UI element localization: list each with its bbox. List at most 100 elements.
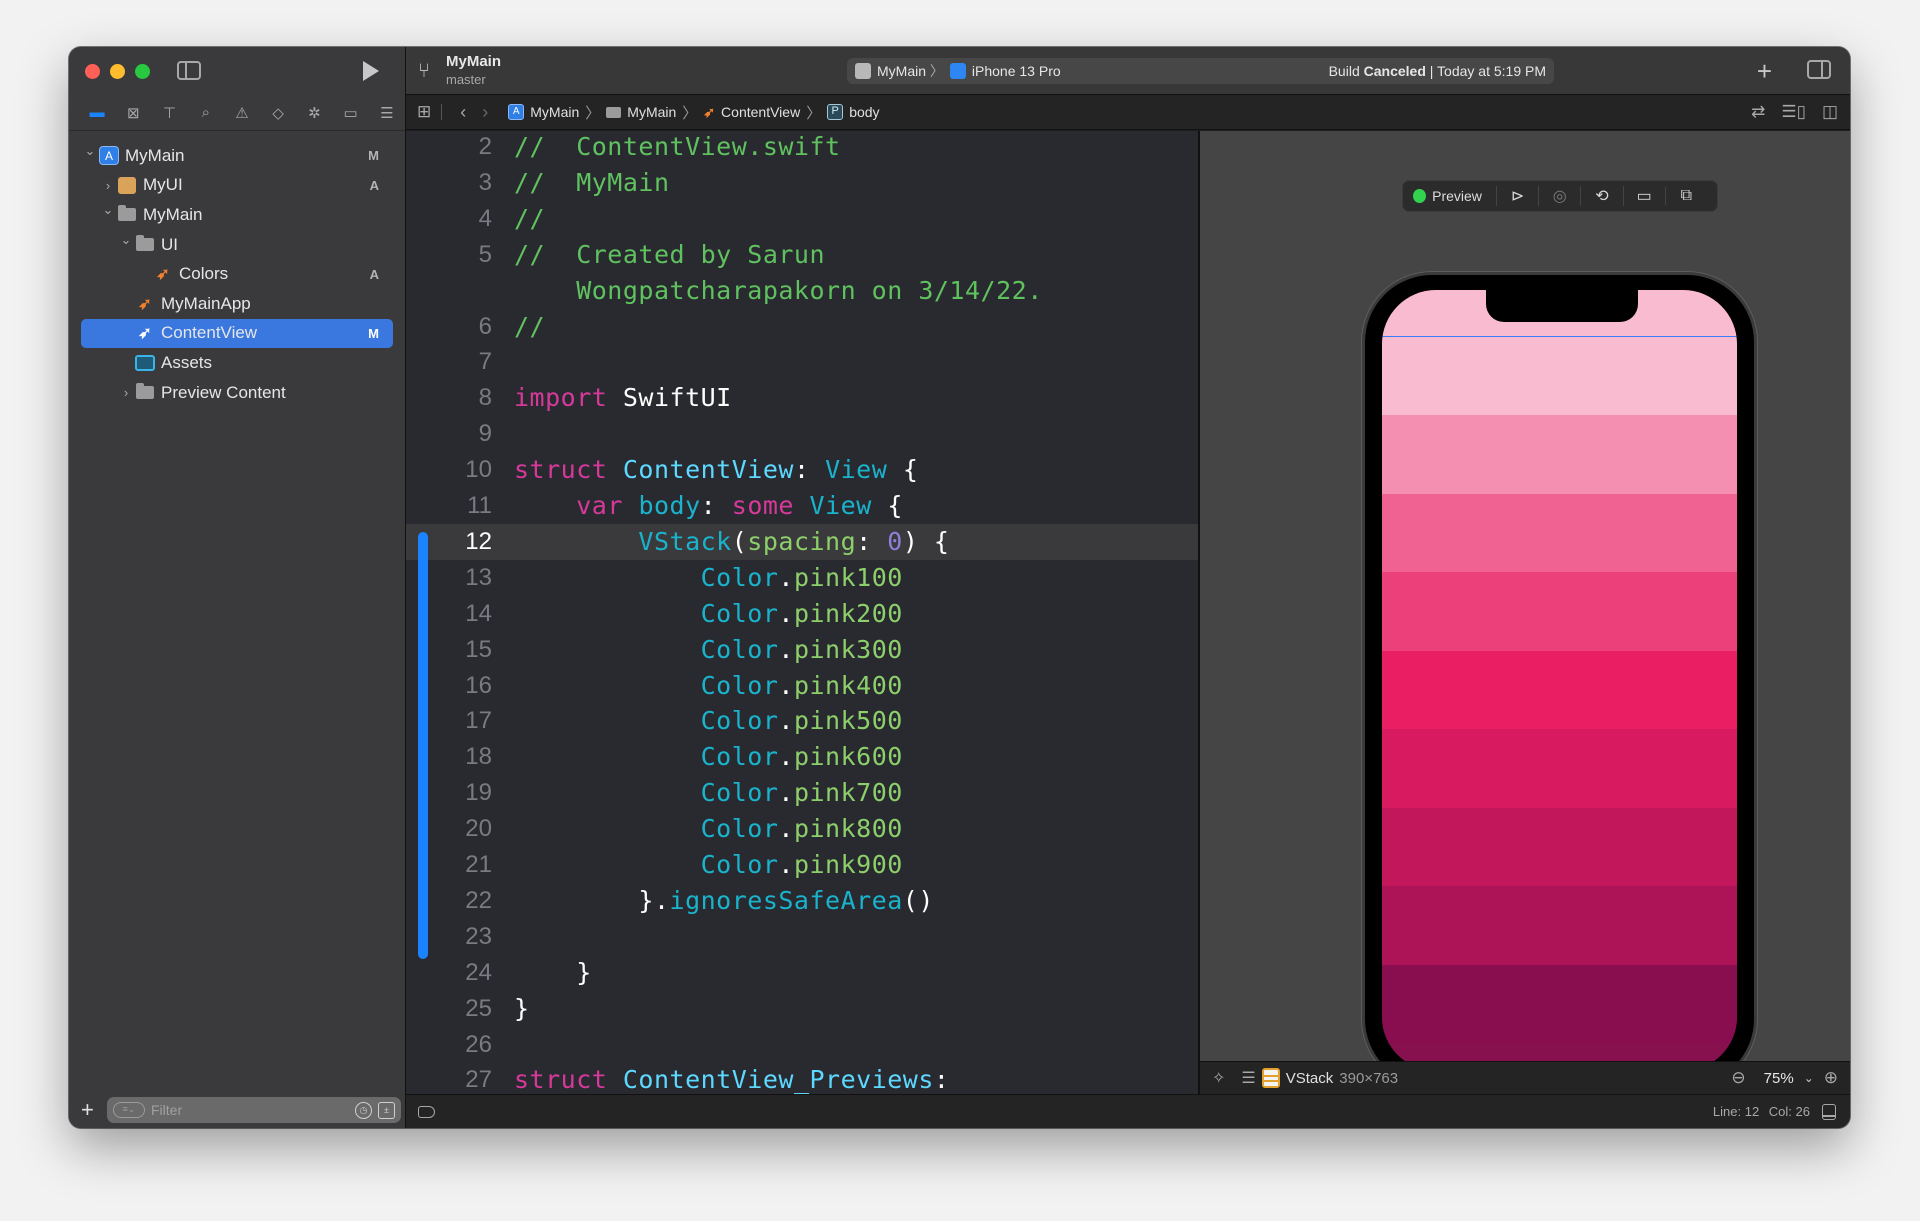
breadcrumb-folder[interactable]: MyMain	[606, 104, 676, 120]
line-number[interactable]: 12	[436, 524, 492, 560]
breakpoint-icon[interactable]: ▭	[333, 99, 369, 127]
line-number[interactable]: 2	[436, 131, 492, 165]
line-number[interactable]: 18	[436, 739, 492, 775]
zoom-in-icon[interactable]: ⊕	[1824, 1068, 1838, 1088]
line-number[interactable]: 21	[436, 847, 492, 883]
file-tree-item[interactable]: ➶ Colors A	[69, 259, 405, 289]
file-tree-item[interactable]: ⌄ MyMain	[69, 200, 405, 230]
recent-files-icon[interactable]: ◷	[355, 1101, 372, 1119]
code-line[interactable]: 7	[406, 344, 1198, 380]
chevron-right-icon[interactable]: ›	[119, 385, 133, 400]
code-line[interactable]: 2 // ContentView.swift	[406, 131, 1198, 165]
color-stripe-pink800[interactable]	[1382, 886, 1737, 966]
code-line[interactable]: 10 struct ContentView: View {	[406, 452, 1198, 488]
color-stripe-pink400[interactable]	[1382, 572, 1737, 652]
line-number[interactable]: 26	[436, 1027, 492, 1063]
device-screen[interactable]	[1382, 290, 1737, 1071]
source-editor[interactable]: 2 // ContentView.swift 3 // MyMain 4 // 5 // Cr…	[406, 131, 1198, 1094]
filter-field[interactable]: ≡⌄ ◷ ±	[107, 1097, 401, 1123]
source-control-icon[interactable]: ⊠	[115, 99, 151, 127]
back-chevron-icon[interactable]: ‹	[452, 102, 474, 123]
pin-icon[interactable]: ✧	[1212, 1068, 1225, 1088]
code-line[interactable]: 4 //	[406, 201, 1198, 237]
file-tree-item[interactable]: › Preview Content	[69, 378, 405, 408]
debug-area-icon[interactable]	[418, 1105, 435, 1118]
forward-chevron-icon[interactable]: ›	[474, 102, 496, 123]
code-line[interactable]: 19 Color.pink700	[406, 775, 1198, 811]
color-stripe-pink900[interactable]	[1382, 964, 1737, 1044]
line-number[interactable]: 20	[436, 811, 492, 847]
code-line[interactable]: 18 Color.pink600	[406, 739, 1198, 775]
code-line[interactable]: 12 VStack(spacing: 0) {	[406, 523, 1198, 560]
close-window-button[interactable]	[85, 64, 100, 79]
breadcrumb-file[interactable]: ➶ ContentView	[703, 104, 800, 121]
file-tree-item[interactable]: ➶ ContentView M	[81, 318, 393, 349]
code-line[interactable]: 24 }	[406, 955, 1198, 991]
line-number[interactable]: 3	[436, 165, 492, 201]
code-line[interactable]: 23	[406, 919, 1198, 955]
code-line[interactable]: 13 Color.pink100	[406, 560, 1198, 596]
code-line[interactable]: 22 }.ignoresSafeArea()	[406, 883, 1198, 919]
line-number[interactable]: 15	[436, 632, 492, 668]
add-editor-icon[interactable]: ◫	[1822, 102, 1838, 122]
scheme-selector[interactable]: MyMain	[877, 63, 926, 79]
symbol-hierarchy-icon[interactable]: ⊤	[151, 99, 187, 127]
variants-icon[interactable]: ☰	[1241, 1068, 1255, 1088]
color-stripe-pink600[interactable]	[1382, 729, 1737, 809]
library-plus-button[interactable]: +	[1757, 56, 1772, 87]
zoom-out-icon[interactable]: ⊖	[1731, 1068, 1745, 1088]
filter-input[interactable]	[151, 1102, 349, 1118]
toggle-navigator-icon[interactable]	[177, 61, 201, 80]
file-tree-item[interactable]: ⌄ UI	[69, 230, 405, 260]
breadcrumb-symbol[interactable]: P body	[827, 104, 880, 120]
line-number[interactable]: 8	[436, 380, 492, 416]
line-number[interactable]: 25	[436, 991, 492, 1027]
rotate-icon[interactable]: ⟲	[1580, 186, 1622, 206]
line-number[interactable]: 4	[436, 201, 492, 237]
toggle-debug-area-icon[interactable]	[1822, 1103, 1836, 1120]
run-button[interactable]	[363, 61, 379, 81]
file-tree-item[interactable]: ⌄ A MyMain M	[69, 141, 405, 171]
code-line[interactable]: 15 Color.pink300	[406, 632, 1198, 668]
live-play-icon[interactable]: ⊳	[1495, 186, 1538, 206]
line-number[interactable]: 17	[436, 703, 492, 739]
file-tree-item[interactable]: › MyUI A	[69, 171, 405, 201]
code-line[interactable]: 8 import SwiftUI	[406, 380, 1198, 416]
code-line[interactable]: 6 //	[406, 309, 1198, 345]
vstack-selection[interactable]	[1382, 336, 1737, 1044]
device-settings-icon[interactable]: ▭	[1622, 186, 1665, 206]
line-number[interactable]: 23	[436, 919, 492, 955]
file-tree-item[interactable]: ➶ MyMainApp	[69, 289, 405, 319]
source-change-bar[interactable]	[418, 532, 428, 959]
warning-icon[interactable]: ⚠	[224, 99, 260, 127]
line-number[interactable]: 24	[436, 955, 492, 991]
code-line[interactable]: 5 // Created by Sarun	[406, 237, 1198, 273]
destination-selector[interactable]: iPhone 13 Pro	[972, 63, 1061, 79]
color-stripe-pink200[interactable]	[1382, 415, 1737, 495]
line-number[interactable]: 11	[436, 488, 492, 524]
line-number[interactable]: 22	[436, 883, 492, 919]
zoom-level[interactable]: 75%	[1764, 1070, 1794, 1087]
line-number[interactable]: 13	[436, 560, 492, 596]
chevron-right-icon[interactable]: ›	[101, 178, 115, 193]
line-number[interactable]: 19	[436, 775, 492, 811]
editor-options-icon[interactable]: ☰▯	[1781, 102, 1806, 122]
code-line[interactable]: 9	[406, 416, 1198, 452]
swap-arrows-icon[interactable]: ⇄	[1751, 102, 1765, 122]
line-number[interactable]: 5	[436, 237, 492, 273]
chevron-down-icon[interactable]: ⌄	[1804, 1071, 1814, 1085]
code-line[interactable]: 14 Color.pink200	[406, 596, 1198, 632]
toggle-inspector-icon[interactable]	[1807, 60, 1831, 79]
zoom-window-button[interactable]	[135, 64, 150, 79]
filter-options-icon[interactable]: ≡⌄	[113, 1102, 145, 1118]
code-line[interactable]: 3 // MyMain	[406, 165, 1198, 201]
debug-spray-icon[interactable]: ✲	[296, 99, 332, 127]
line-number[interactable]: 14	[436, 596, 492, 632]
color-stripe-pink500[interactable]	[1382, 650, 1737, 730]
line-number[interactable]: 7	[436, 344, 492, 380]
related-items-icon[interactable]: ⊞	[417, 102, 431, 122]
breadcrumb-project[interactable]: A MyMain	[508, 104, 579, 120]
line-number[interactable]: 27	[436, 1062, 492, 1094]
color-stripe-pink700[interactable]	[1382, 807, 1737, 887]
code-line[interactable]: 26	[406, 1027, 1198, 1063]
